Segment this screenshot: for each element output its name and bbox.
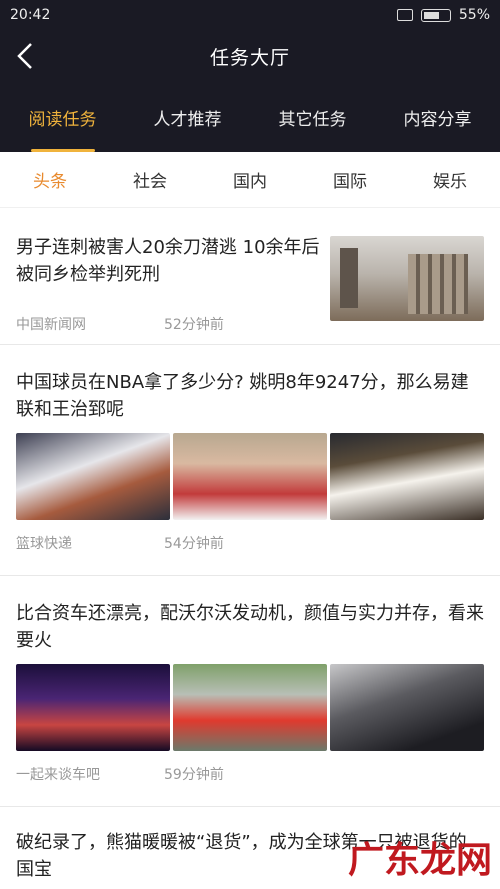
news-thumbnail (330, 433, 484, 520)
tab-reading[interactable]: 阅读任务 (23, 99, 103, 152)
news-item[interactable]: 男子连刺被害人20余刀潜逃 10余年后被同乡检举判死刑 中国新闻网 52分钟前 (0, 208, 500, 345)
back-button[interactable] (10, 36, 40, 76)
news-image-row (16, 433, 484, 520)
news-time: 59分钟前 (164, 767, 224, 783)
news-time: 52分钟前 (164, 317, 224, 333)
news-image-row (16, 664, 484, 751)
news-meta: 中国新闻网 52分钟前 (16, 314, 324, 334)
news-item[interactable]: 比合资车还漂亮，配沃尔沃发动机，颜值与实力并存，看来要火 一起来谈车吧 59分钟… (0, 576, 500, 807)
app-header: 20:42 55% 任务大厅 阅读任务 人才推荐 其它任务 内容分享 (0, 0, 500, 152)
category-tabs: 头条 社会 国内 国际 娱乐 (0, 152, 500, 208)
news-item[interactable]: 中国球员在NBA拿了多少分? 姚明8年9247分，那么易建联和王治郅呢 篮球快递… (0, 345, 500, 576)
tab-talent[interactable]: 人才推荐 (148, 99, 228, 136)
subtab-society[interactable]: 社会 (133, 167, 167, 192)
news-source: 篮球快递 (16, 536, 72, 552)
news-headline: 比合资车还漂亮，配沃尔沃发动机，颜值与实力并存，看来要火 (16, 603, 484, 651)
news-headline: 中国球员在NBA拿了多少分? 姚明8年9247分，那么易建联和王治郅呢 (16, 372, 469, 420)
status-icons: 55% (396, 7, 490, 23)
task-tabs: 阅读任务 人才推荐 其它任务 内容分享 (0, 82, 500, 152)
subtab-entertainment[interactable]: 娱乐 (433, 167, 467, 192)
news-source: 中国新闻网 (16, 317, 86, 333)
status-bar: 20:42 55% (0, 0, 500, 30)
news-thumbnail (16, 433, 170, 520)
title-bar: 任务大厅 (0, 30, 500, 82)
back-arrow-icon (17, 43, 32, 69)
news-thumbnail (330, 664, 484, 751)
news-meta: 篮球快递 54分钟前 (16, 520, 484, 575)
news-thumbnail (16, 664, 170, 751)
tab-other[interactable]: 其它任务 (273, 99, 353, 136)
page-title: 任务大厅 (209, 46, 290, 69)
news-thumbnail (173, 433, 327, 520)
watermark-logo: 广东龙网 (347, 839, 492, 881)
battery-icon (420, 8, 451, 22)
tab-share[interactable]: 内容分享 (398, 99, 478, 136)
news-thumbnail (173, 664, 327, 751)
news-headline: 男子连刺被害人20余刀潜逃 10余年后被同乡检举判死刑 (16, 237, 320, 285)
subtab-headlines[interactable]: 头条 (33, 167, 67, 192)
status-time: 20:42 (10, 7, 51, 23)
news-meta: 一起来谈车吧 59分钟前 (16, 751, 484, 806)
news-time: 54分钟前 (164, 536, 224, 552)
news-source: 一起来谈车吧 (16, 767, 100, 783)
battery-level: 55% (458, 7, 490, 23)
signal-icon (396, 9, 413, 21)
subtab-domestic[interactable]: 国内 (233, 167, 267, 192)
news-text: 男子连刺被害人20余刀潜逃 10余年后被同乡检举判死刑 中国新闻网 52分钟前 (16, 234, 330, 344)
subtab-international[interactable]: 国际 (333, 167, 367, 192)
news-thumbnail (330, 236, 484, 321)
